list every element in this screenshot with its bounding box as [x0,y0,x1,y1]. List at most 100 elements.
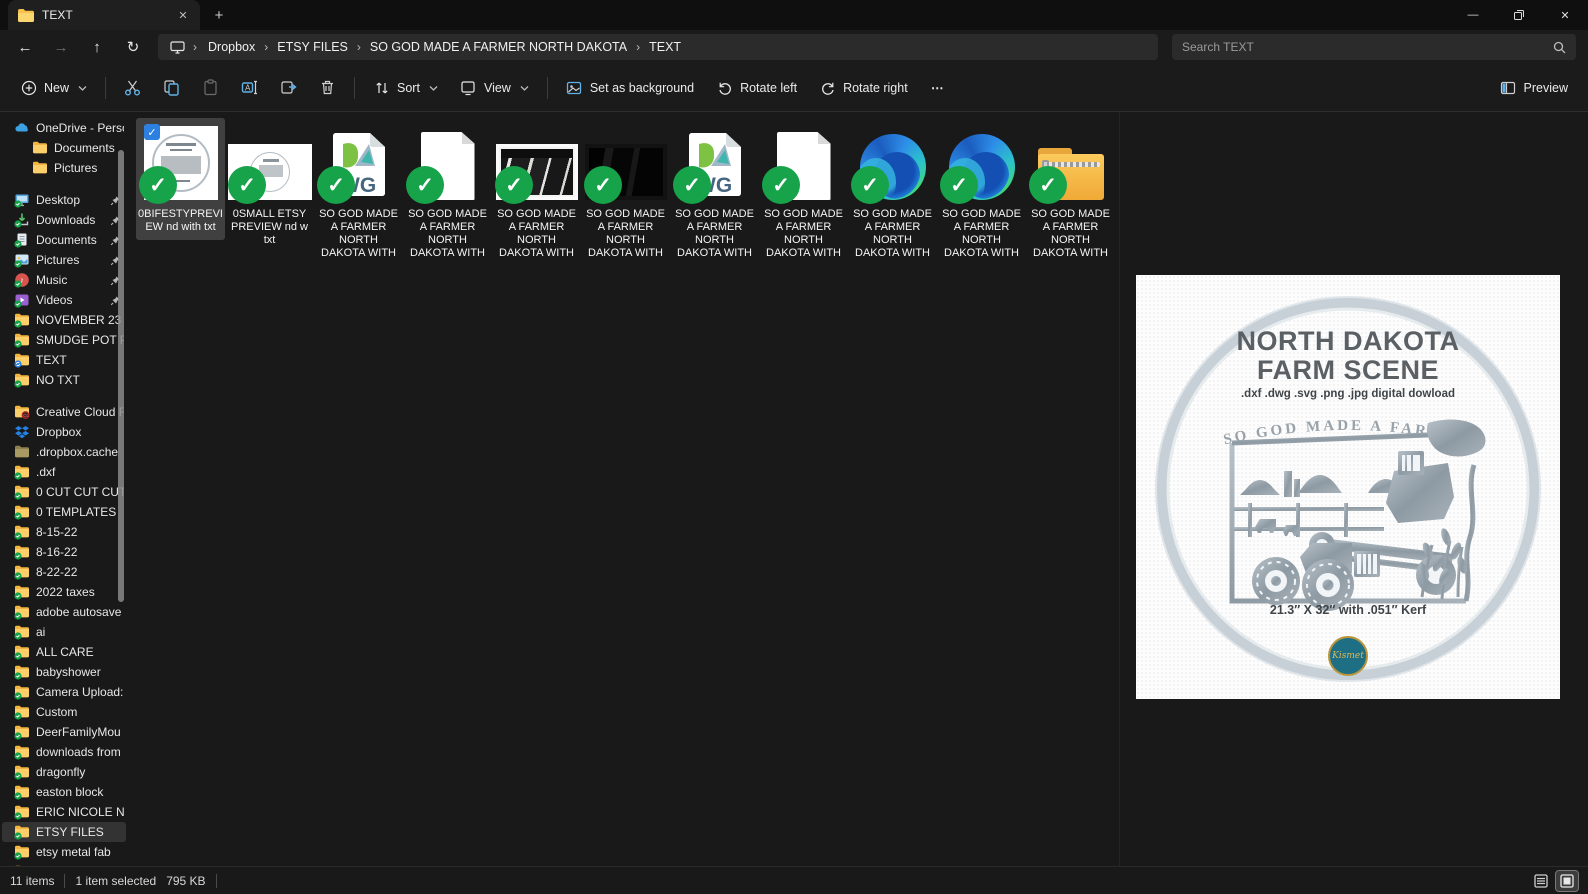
sidebar-item-ai[interactable]: ai [2,622,126,642]
file-item[interactable]: ✓ SO GOD MADE A FARMER NORTH DAKOTA WITH … [937,118,1026,267]
folder-sync-icon [14,504,30,520]
breadcrumb-item[interactable]: TEXT [642,38,688,56]
sidebar-item-eric-nicole-ni[interactable]: ERIC NICOLE NI [2,802,126,822]
thumbnail-view-toggle[interactable] [1555,869,1579,892]
file-item[interactable]: ✓ SO GOD MADE A FARMER NORTH DAKOTA WITH … [492,118,581,267]
search-box[interactable]: Search TEXT [1172,34,1576,60]
this-pc-icon[interactable] [166,40,189,54]
search-placeholder: Search TEXT [1182,40,1254,54]
maximize-button[interactable] [1496,0,1542,30]
sidebar-item-8-16-22[interactable]: 8-16-22 [2,542,126,562]
sidebar-item-label: adobe autosave [36,605,122,619]
folder-sync-icon [14,704,30,720]
ellipsis-icon: ⋯ [930,81,946,95]
sidebar-item-all-care[interactable]: ALL CARE [2,642,126,662]
file-item[interactable]: ✓ SO GOD MADE A FARMER NORTH DAKOTA WITH … [581,118,670,267]
set-as-background-button[interactable]: Set as background [556,71,704,105]
folder-sync-icon [14,664,30,680]
sidebar-item-onedrive-perso[interactable]: OneDrive - Perso [2,118,126,138]
view-button[interactable]: View [450,71,539,105]
sidebar-item-label: OneDrive - Perso [36,121,124,135]
sidebar-item-pictures[interactable]: Pictures [2,158,126,178]
refresh-button[interactable]: ↻ [116,33,150,61]
close-button[interactable]: ✕ [1542,0,1588,30]
share-button[interactable] [270,71,307,105]
details-view-toggle[interactable] [1530,871,1552,891]
preview-toggle-button[interactable]: Preview [1490,71,1578,105]
sidebar-item-creative-cloud-fi[interactable]: Cc Creative Cloud Fi [2,402,126,422]
sync-ok-badge: ✓ [851,166,889,204]
new-button[interactable]: New [10,71,97,105]
sidebar-item-2022-taxes[interactable]: 2022 taxes [2,582,126,602]
cut-button[interactable] [114,71,151,105]
file-item[interactable]: ✓ SO GOD MADE A FARMER NORTH DAKOTA WITH … [848,118,937,267]
explorer-tab[interactable]: TEXT ✕ [8,0,200,30]
sidebar-item-documents[interactable]: Documents [2,230,126,250]
sort-button[interactable]: Sort [363,71,448,105]
sidebar-item-music[interactable]: ♪ Music [2,270,126,290]
sidebar-item-8-15-22[interactable]: 8-15-22 [2,522,126,542]
up-button[interactable]: ↑ [80,33,114,61]
rename-button[interactable]: A [231,71,268,105]
breadcrumb-item[interactable]: Dropbox [201,38,262,56]
breadcrumb-item[interactable]: SO GOD MADE A FARMER NORTH DAKOTA [363,38,634,56]
file-item[interactable]: ✓ SO GOD MADE A FARMER NORTH DAKOTA WITH … [403,118,492,267]
sidebar-item-label: 2022 taxes [36,585,95,599]
sidebar-item-documents[interactable]: Documents [2,138,126,158]
sidebar-item-0-cut-cut-cut[interactable]: 0 CUT CUT CUT [2,482,126,502]
sidebar-item-dragonfly[interactable]: dragonfly [2,762,126,782]
copy-button[interactable] [153,71,190,105]
forward-button[interactable]: → [44,33,78,61]
sidebar-item-label: NOVEMBER 23 [36,313,122,327]
sidebar-item-downloads[interactable]: Downloads [2,210,126,230]
sidebar-item-november-23[interactable]: NOVEMBER 23 [2,310,126,330]
sidebar-item-label: SMUDGE POT PAI [36,333,124,347]
rotate-right-button[interactable]: Rotate right [809,71,918,105]
sidebar-item-easton-block[interactable]: easton block [2,782,126,802]
sidebar-item-videos[interactable]: Videos [2,290,126,310]
new-tab-button[interactable]: + [206,3,232,27]
sidebar-item--dropbox-cache[interactable]: .dropbox.cache [2,442,126,462]
sidebar-item-text[interactable]: TEXT [2,350,126,370]
sidebar-item-label: etsy metal fab [36,845,111,859]
more-options-button[interactable]: ⋯ [920,71,957,105]
breadcrumb-chevron: › [264,40,269,54]
sidebar-item-label: Camera Upload: [36,685,124,699]
sidebar-item-adobe-autosave[interactable]: adobe autosave [2,602,126,622]
sidebar-item-etsy-metal-fab[interactable]: etsy metal fab [2,842,126,862]
sidebar-item-8-22-22[interactable]: 8-22-22 [2,562,126,582]
sidebar-item-etsy-files[interactable]: ETSY FILES [2,822,126,842]
search-icon[interactable] [1553,41,1566,54]
sidebar-item--dxf[interactable]: .dxf [2,462,126,482]
file-item[interactable]: WG ✓ SO GOD MADE A FARMER NORTH DAKOTA WIT… [670,118,759,267]
sidebar-item-custom[interactable]: Custom [2,702,126,722]
sidebar-item-dropbox[interactable]: Dropbox [2,422,126,442]
sidebar-item-deerfamilymou[interactable]: DeerFamilyMou [2,722,126,742]
delete-button[interactable] [309,71,346,105]
paste-button[interactable] [192,71,229,105]
breadcrumb-item[interactable]: ETSY FILES [270,38,355,56]
sidebar-item-downloads-from[interactable]: downloads from [2,742,126,762]
sidebar-item-babyshower[interactable]: babyshower [2,662,126,682]
selection-checkbox[interactable]: ✓ [144,124,160,140]
sidebar-item-pictures[interactable]: Pictures [2,250,126,270]
file-item[interactable]: WG ✓ SO GOD MADE A FARMER NORTH DAKOTA WIT… [314,118,403,267]
rotate-left-button[interactable]: Rotate left [706,71,807,105]
file-item[interactable]: ✓ SO GOD MADE A FARMER NORTH DAKOTA WITH … [759,118,848,267]
navigation-pane: OneDrive - Perso Documents Pictures Desktop… [0,112,128,866]
minimize-button[interactable]: — [1450,0,1496,30]
tab-close-icon[interactable]: ✕ [174,6,192,24]
sidebar-item-0-templates[interactable]: 0 TEMPLATES [2,502,126,522]
sidebar-item-folder[interactable] [2,862,126,866]
back-button[interactable]: ← [8,33,42,61]
address-bar[interactable]: › Dropbox › ETSY FILES › SO GOD MADE A FARME… [158,34,1158,60]
sidebar-item-smudge-pot-pai[interactable]: SMUDGE POT PAI [2,330,126,350]
file-item[interactable]: ✓ ✓ 0BIFESTYPREVIEW nd with txt [136,118,225,240]
sidebar-item-no-txt[interactable]: NO TXT [2,370,126,390]
sidebar-item-camera-upload-[interactable]: Camera Upload: [2,682,126,702]
preview-pane-icon [1500,79,1517,96]
sidebar-item-desktop[interactable]: Desktop [2,190,126,210]
file-item[interactable]: ✓ 0SMALL ETSY PREVIEW nd w txt [225,118,314,253]
file-item[interactable]: ✓ SO GOD MADE A FARMER NORTH DAKOTA WITH … [1026,118,1115,267]
sidebar-scrollbar[interactable] [118,150,124,602]
